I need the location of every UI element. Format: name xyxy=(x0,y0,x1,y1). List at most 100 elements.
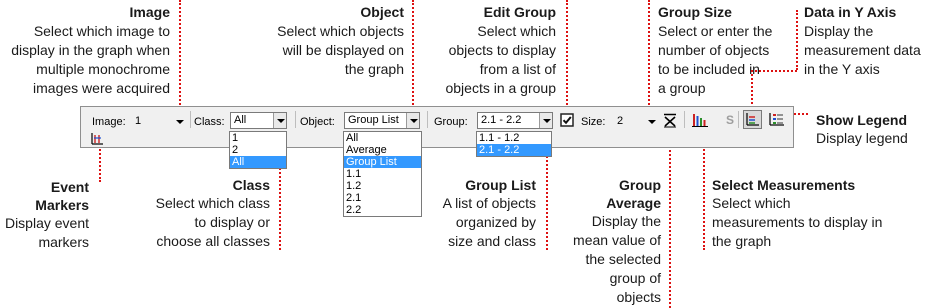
annotation-line: Select which xyxy=(712,195,791,211)
event-markers-annotation-title: Event Markers xyxy=(0,178,89,214)
data-y-axis-callout-line-h xyxy=(751,70,797,72)
group-average-annotation-desc: Display the mean value of the selected g… xyxy=(550,212,661,307)
group-average-annotation-title: Group Average xyxy=(560,176,661,212)
chevron-down-icon xyxy=(539,113,552,128)
annotation-line: from a list of xyxy=(479,61,556,77)
annotation-line: markers xyxy=(38,234,89,250)
image-annotation-desc: Select which image to display in the gra… xyxy=(0,22,170,98)
s-icon[interactable]: S xyxy=(726,113,734,127)
checkbox-icon[interactable] xyxy=(560,113,574,127)
chevron-down-icon xyxy=(173,114,186,129)
annotation-title-line: Event xyxy=(50,179,89,195)
annotation-line: A list of objects xyxy=(442,195,536,211)
class-annotation-desc: Select which class to display or choose … xyxy=(130,194,270,251)
class-option-selected[interactable]: All xyxy=(230,156,286,168)
object-option[interactable]: 2.2 xyxy=(344,204,421,216)
annotation-title-line: Markers xyxy=(35,197,89,213)
annotation-line: to display or xyxy=(194,214,270,230)
group-average-callout-line xyxy=(669,130,671,308)
annotation-line: choose all classes xyxy=(156,233,270,249)
group-list-annotation-title: Group List xyxy=(465,177,536,193)
annotation-line: number of objects xyxy=(658,42,770,58)
annotation-title-line: Average xyxy=(606,195,661,211)
class-option[interactable]: 1 xyxy=(230,132,286,144)
object-select[interactable]: Group List xyxy=(344,112,420,129)
class-select-value: All xyxy=(234,114,247,126)
annotation-line: in the Y axis xyxy=(804,61,880,77)
group-list-annotation-desc: A list of objects organized by size and … xyxy=(410,194,536,251)
annotation-line: Select which class xyxy=(155,195,270,211)
annotation-line: Display event xyxy=(4,215,89,231)
annotation-line: Display the xyxy=(591,213,661,229)
toolbar-divider xyxy=(738,111,739,128)
data-y-axis-annotation-title: Data in Y Axis xyxy=(804,4,897,20)
object-option[interactable]: Average xyxy=(344,144,421,156)
show-legend-annotation-desc: Display legend xyxy=(816,130,908,146)
annotation-line: objects to display xyxy=(448,42,556,58)
chevron-down-icon xyxy=(273,113,286,128)
object-option[interactable]: 2.1 xyxy=(344,192,421,204)
legend-icon[interactable] xyxy=(767,110,786,129)
edit-group-annotation-title: Edit Group xyxy=(483,4,556,20)
x-bar-icon[interactable] xyxy=(662,112,678,128)
image-select-value: 1 xyxy=(135,115,142,127)
annotation-line: multiple monochrome xyxy=(36,61,170,77)
object-label: Object: xyxy=(300,116,335,128)
annotation-line: display in the graph when xyxy=(11,42,170,58)
group-option[interactable]: 1.1 - 1.2 xyxy=(477,132,551,144)
annotation-line: the graph xyxy=(344,61,404,77)
object-annotation-title: Object xyxy=(360,4,404,20)
class-dropdown-list: 1 2 All xyxy=(229,131,287,169)
annotation-line: group of xyxy=(609,270,661,286)
annotation-line: measurements to display in xyxy=(712,214,883,230)
graph-toolbar: Image: 1 Class: All Object: Group List G… xyxy=(80,106,794,148)
y-axis-data-icon[interactable] xyxy=(743,110,762,129)
object-option[interactable]: 1.2 xyxy=(344,180,421,192)
object-option[interactable]: All xyxy=(344,132,421,144)
annotation-line: Select which image to xyxy=(33,23,170,39)
object-option-selected[interactable]: Group List xyxy=(344,156,421,168)
annotation-line: organized by xyxy=(455,214,536,230)
class-option[interactable]: 2 xyxy=(230,144,286,156)
toolbar-divider xyxy=(295,111,296,128)
group-size-annotation-title: Group Size xyxy=(658,4,732,20)
size-label: Size: xyxy=(581,116,606,128)
annotation-line: size and class xyxy=(448,233,536,249)
class-select[interactable]: All xyxy=(230,112,287,129)
group-option-selected[interactable]: 2.1 - 2.2 xyxy=(477,144,551,156)
group-size-select[interactable]: 2 xyxy=(613,113,659,130)
group-size-annotation-desc: Select or enter the number of objects to… xyxy=(658,22,788,98)
image-callout-line xyxy=(179,0,181,112)
toolbar-divider xyxy=(190,111,191,128)
group-select-value: 2.1 - 2.2 xyxy=(481,114,522,126)
object-dropdown-list: All Average Group List 1.1 1.2 2.1 2.2 xyxy=(343,131,422,217)
select-measurements-annotation-desc: Select which measurements to display in … xyxy=(712,194,912,251)
event-markers-annotation-desc: Display event markers xyxy=(0,214,89,252)
annotation-line: objects xyxy=(616,289,661,305)
image-label: Image: xyxy=(92,116,126,128)
annotation-line: measurement data xyxy=(804,42,921,58)
object-callout-line xyxy=(412,0,414,112)
toolbar-divider xyxy=(427,111,428,128)
group-label: Group: xyxy=(434,116,468,128)
chevron-down-icon xyxy=(406,113,419,128)
object-option[interactable]: 1.1 xyxy=(344,168,421,180)
annotation-line: objects in a group xyxy=(445,80,556,96)
group-size-callout-line xyxy=(648,0,650,112)
annotation-line: the selected xyxy=(585,251,662,267)
class-annotation-title: Class xyxy=(232,177,270,193)
image-annotation-title: Image xyxy=(129,4,170,20)
measurement-bars-icon[interactable] xyxy=(691,111,709,129)
event-marker-icon[interactable] xyxy=(90,132,104,146)
object-annotation-desc: Select which objects will be displayed o… xyxy=(250,22,404,79)
annotation-line: Select or enter the xyxy=(658,23,773,39)
group-select[interactable]: 2.1 - 2.2 xyxy=(477,112,553,129)
annotation-line: mean value of xyxy=(573,232,661,248)
annotation-line: will be displayed on xyxy=(282,42,404,58)
annotation-line: a group xyxy=(658,80,706,96)
select-measurements-annotation-title: Select Measurements xyxy=(712,177,856,193)
select-measurements-callout-line xyxy=(703,130,705,250)
image-select[interactable]: 1 xyxy=(131,113,187,130)
object-select-value: Group List xyxy=(348,114,399,126)
data-y-axis-callout-line-v xyxy=(796,10,798,70)
